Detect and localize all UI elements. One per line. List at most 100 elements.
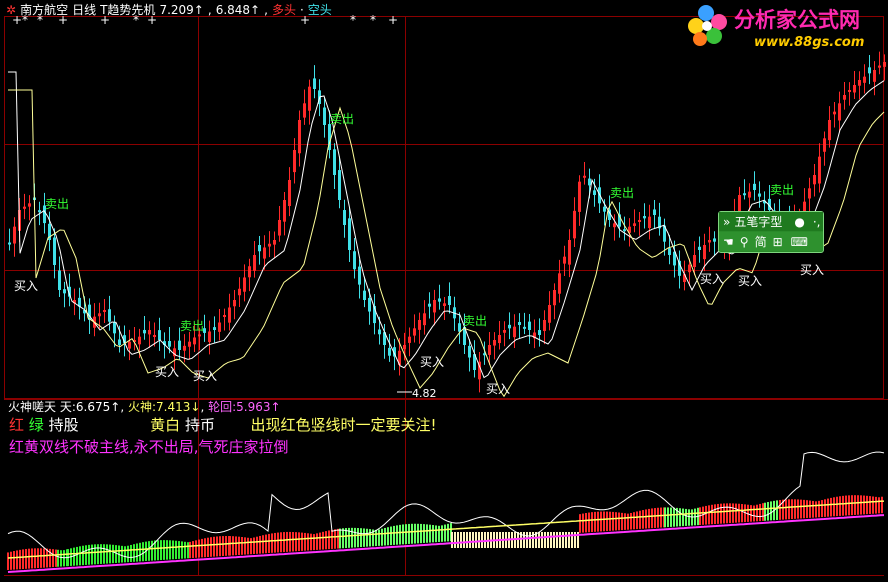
ime-toolbar[interactable]: » 五笔字型 ● ·, ☚ ⚲ 简 ⊞ ⌨ — [718, 211, 824, 253]
candle-body — [198, 334, 201, 337]
buy-label: 买入 — [155, 365, 179, 379]
candle-body — [503, 330, 506, 333]
buy-label: 买入 — [14, 279, 38, 293]
ime-mode[interactable]: 简 — [755, 233, 767, 250]
ime-punct-icon[interactable]: ·, — [813, 215, 821, 229]
chart-grid — [4, 16, 888, 576]
sell-label: 卖出 — [180, 319, 204, 333]
candle-body — [343, 210, 346, 225]
sell-label: 卖出 — [45, 197, 69, 211]
site-logo: 分析家公式网 www.88gs.com — [684, 2, 888, 52]
candle-body — [883, 62, 886, 67]
sub-panel-header: 火神嗟天 天:6.675↑, 火神:7.413↓, 轮回:5.963↑ — [8, 400, 281, 414]
candle-body — [228, 307, 231, 323]
candle-body — [338, 170, 341, 200]
candle-body — [443, 303, 446, 306]
candle-body — [528, 321, 531, 330]
candle-body — [428, 303, 431, 307]
low-price-label: 4.82 — [412, 387, 437, 400]
candle-body — [468, 345, 471, 358]
candle-body — [268, 243, 271, 247]
candle-body — [568, 240, 571, 265]
candle-body — [858, 80, 861, 86]
candle-body — [283, 200, 286, 222]
buy-label: 买入 — [738, 274, 762, 288]
tian-line — [7, 451, 885, 559]
indicator-gear-icon[interactable]: ✲ — [6, 3, 16, 17]
ime-collapse-icon[interactable]: » — [723, 215, 730, 229]
candle-body — [588, 178, 591, 186]
candle-body — [413, 328, 416, 336]
sell-label: 卖出 — [610, 186, 634, 200]
candle-body — [748, 191, 751, 198]
candle-body — [758, 193, 761, 197]
candle-body — [193, 337, 196, 345]
candle-body — [353, 251, 356, 270]
candle-body — [488, 345, 491, 355]
candle-body — [128, 341, 131, 349]
buy-label: 买入 — [193, 369, 217, 383]
candle-body — [13, 226, 16, 244]
candle-body — [703, 245, 706, 260]
ime-title-row[interactable]: » 五笔字型 ● ·, — [719, 212, 823, 231]
candle-body — [378, 329, 381, 335]
candle-body — [573, 210, 576, 239]
hand-icon[interactable]: ☚ — [723, 235, 734, 249]
candle-body — [278, 220, 281, 236]
indicator-name: T趋势先机 — [100, 3, 156, 17]
candle-body — [603, 206, 606, 212]
candle-body — [243, 277, 246, 292]
candle-body — [578, 181, 581, 212]
candle-body — [863, 76, 866, 83]
candle-body — [753, 183, 756, 190]
candle-body — [713, 238, 716, 242]
candle-body — [28, 203, 31, 207]
candle-body — [448, 296, 451, 305]
ime-dot-icon[interactable]: ● — [794, 215, 804, 229]
candle-body — [493, 340, 496, 346]
candle-body — [323, 107, 326, 125]
lunhui-value: 5.963↑ — [236, 400, 281, 414]
candle-body — [63, 289, 66, 294]
candle-body — [818, 156, 821, 184]
note-green: 绿 — [28, 416, 44, 434]
candle-body — [208, 331, 211, 342]
candle-body — [238, 288, 241, 296]
candle-body — [708, 240, 711, 243]
buy-label: 买入 — [420, 355, 444, 369]
search-icon[interactable]: ⚲ — [740, 235, 749, 249]
candle-body — [838, 103, 841, 121]
candle-body — [8, 242, 11, 245]
candle-body — [138, 336, 141, 345]
candle-body — [118, 339, 121, 345]
bear-label: 空头 — [307, 3, 332, 17]
huoshen-value: 7.413↓ — [156, 400, 201, 414]
candle-body — [523, 326, 526, 329]
candle-body — [693, 255, 696, 268]
candle-body — [308, 86, 311, 111]
keyboard-icon[interactable]: ⌨ — [791, 235, 808, 249]
signal-marker: * — [350, 13, 356, 27]
candle-body — [348, 218, 351, 250]
value1: 7.209↑ — [159, 3, 204, 17]
note2-part2: 气死庄家拉倒 — [198, 438, 289, 456]
candle-body — [813, 175, 816, 185]
candle-body — [158, 330, 161, 340]
candle-body — [223, 315, 226, 317]
logo-title: 分析家公式网 — [734, 8, 860, 32]
stock-name: 南方航空 — [20, 3, 69, 17]
candle-body — [543, 320, 546, 332]
buy-label: 买入 — [486, 382, 510, 396]
candle-body — [508, 324, 511, 329]
candle-body — [53, 237, 56, 265]
tian-value: 6.675↑ — [75, 400, 121, 414]
candle-body — [823, 138, 826, 152]
candle-body — [153, 335, 156, 337]
candle-body — [23, 206, 26, 209]
chart-canvas[interactable]: + * * + + * + + * * + 4.82 买入买入 买入买入买入买入 买入买入卖出卖出卖出卖… — [0, 0, 888, 582]
candle-body — [408, 336, 411, 343]
note-hold: 持股 — [48, 416, 79, 434]
candle-body — [553, 290, 556, 306]
candle-body — [583, 175, 586, 178]
fullwidth-icon[interactable]: ⊞ — [773, 235, 783, 249]
